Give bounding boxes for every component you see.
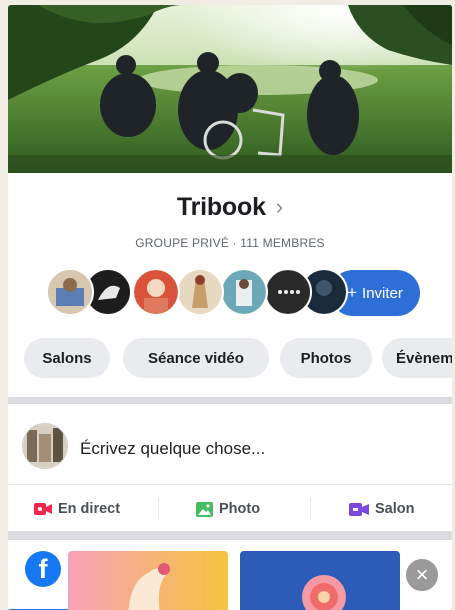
close-icon[interactable]: × [404, 557, 440, 593]
story-card[interactable] [240, 551, 400, 610]
section-divider [8, 397, 452, 404]
invite-label: Inviter [362, 284, 403, 302]
cover-image [8, 5, 452, 173]
action-separator [158, 498, 159, 520]
plus-icon: + [347, 283, 358, 302]
facebook-logo-icon: f [25, 551, 61, 587]
member-avatar[interactable] [46, 268, 94, 316]
tab-salons[interactable]: Salons [24, 338, 110, 378]
composer-placeholder[interactable]: Écrivez quelque chose... [80, 439, 265, 459]
member-avatar[interactable] [264, 268, 312, 316]
group-name[interactable]: Tribook [177, 193, 266, 221]
photo-label: Photo [219, 501, 261, 517]
live-button[interactable]: En direct [34, 492, 120, 526]
group-privacy-members[interactable]: GROUPE PRIVÉ · 111 MEMBRES [8, 236, 452, 250]
room-label: Salon [375, 501, 415, 517]
post-composer[interactable]: Écrivez quelque chose... [8, 415, 452, 479]
room-icon [349, 502, 369, 516]
live-label: En direct [58, 501, 121, 517]
tab-evenements[interactable]: Évènements [382, 338, 452, 378]
story-card[interactable] [68, 551, 228, 610]
tab-seance-video[interactable]: Séance vidéo [123, 338, 269, 378]
group-page: Tribook › GROUPE PRIVÉ · 111 MEMBRES + In… [8, 5, 452, 610]
action-separator [310, 498, 311, 520]
composer-divider [8, 484, 452, 485]
group-title[interactable]: Tribook › [8, 193, 452, 222]
group-tabs: Salons Séance vidéo Photos Évènements [24, 338, 452, 378]
photo-icon [196, 501, 213, 517]
member-avatar[interactable] [176, 268, 224, 316]
stories-row: f × [8, 543, 452, 610]
photo-button[interactable]: Photo [196, 492, 260, 526]
section-divider [8, 531, 452, 540]
member-avatar[interactable] [132, 268, 180, 316]
tab-photos[interactable]: Photos [280, 338, 372, 378]
room-button[interactable]: Salon [349, 492, 414, 526]
chevron-right-icon: › [275, 194, 284, 219]
user-avatar [22, 423, 68, 469]
member-avatar[interactable] [220, 268, 268, 316]
composer-actions: En direct Photo Salon [8, 492, 452, 526]
live-video-icon [34, 503, 52, 515]
group-cover-photo[interactable] [8, 5, 452, 173]
